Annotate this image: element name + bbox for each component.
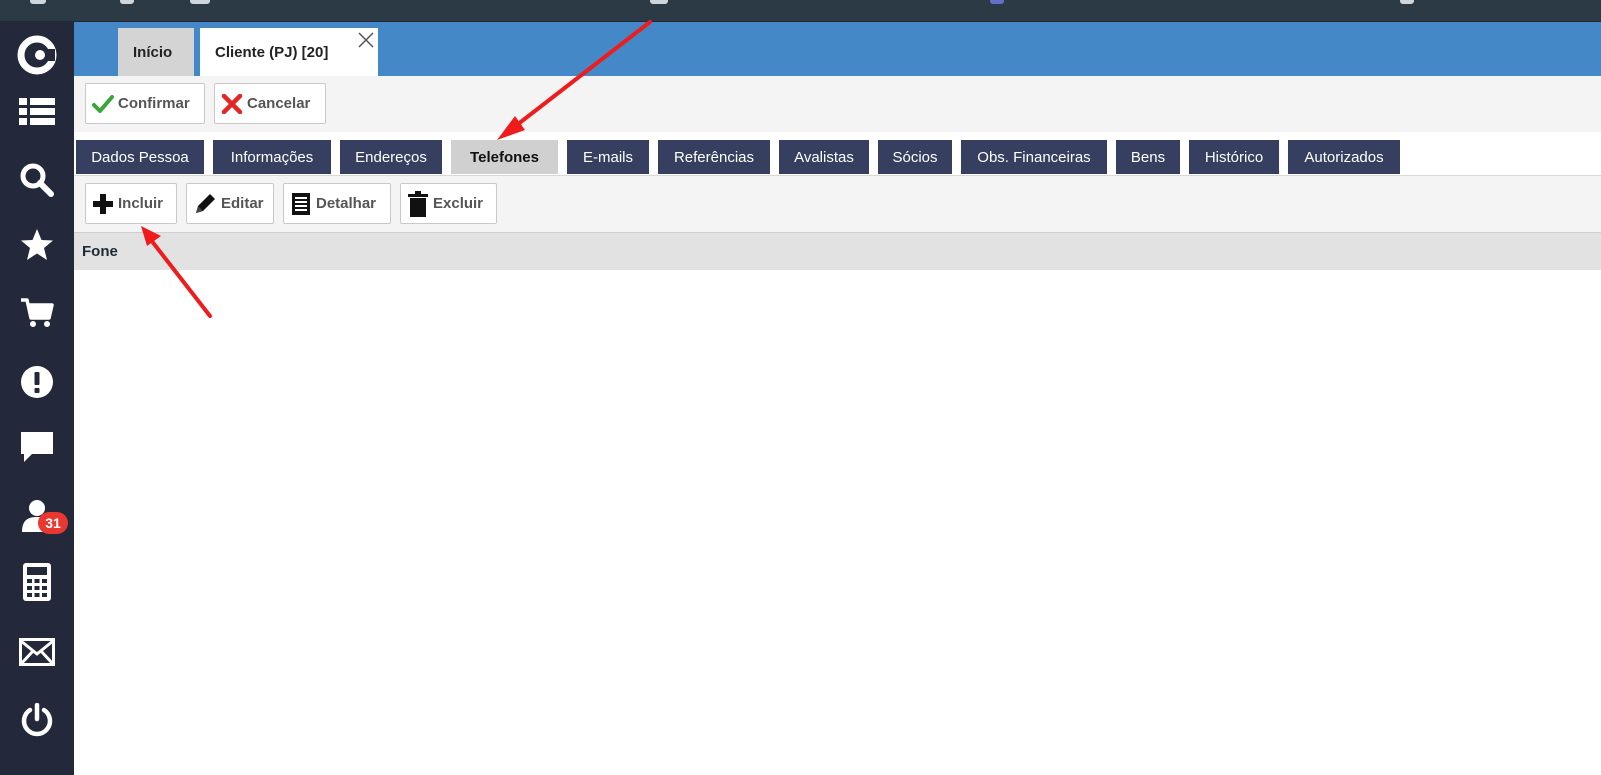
sidebar-item-alerts[interactable] [0, 349, 74, 415]
taskbar-fragment [1400, 0, 1414, 4]
sidebar-item-cart[interactable] [0, 280, 74, 346]
sidebar-item-favorites[interactable] [0, 212, 74, 278]
taskbar-fragment [990, 0, 1004, 4]
grid-action-toolbar: Incluir Editar Detalhar Excluir [74, 176, 1601, 232]
tab-socios[interactable]: Sócios [878, 140, 952, 174]
search-icon [20, 163, 54, 197]
form-action-toolbar: Confirmar Cancelar [74, 76, 1601, 132]
section-tab-bar: Dados Pessoa Informações Endereços Telef… [74, 132, 1601, 176]
delete-label: Excluir [433, 195, 484, 212]
tab-label: E-mails [582, 148, 633, 166]
taskbar-fragment [120, 0, 134, 4]
list-icon [19, 98, 55, 125]
tab-label: Autorizados [1304, 148, 1384, 166]
tab-obs-financeiras[interactable]: Obs. Financeiras [961, 140, 1107, 174]
calculator-icon [23, 563, 51, 601]
sidebar-item-list[interactable] [0, 79, 74, 145]
add-button[interactable]: Incluir [85, 183, 177, 224]
sidebar-item-logout[interactable] [0, 687, 74, 753]
tab-label: Obs. Financeiras [977, 148, 1091, 166]
tab-label: Bens [1130, 148, 1166, 166]
alert-icon [21, 366, 53, 398]
cancel-label: Cancelar [247, 95, 311, 112]
chat-icon [21, 432, 53, 462]
cart-icon [21, 298, 54, 327]
check-icon [92, 94, 114, 113]
taskbar-fragment [30, 0, 46, 4]
window-tab-bar: Início Cliente (PJ) [20] [74, 22, 1601, 76]
edit-button[interactable]: Editar [186, 183, 274, 224]
tab-label: Telefones [470, 148, 539, 166]
tab-label: Endereços [355, 148, 427, 166]
sidebar-item-chat[interactable] [0, 414, 74, 480]
edit-label: Editar [221, 195, 264, 212]
add-label: Incluir [118, 195, 164, 212]
sidebar-item-search[interactable] [0, 147, 74, 213]
pencil-icon [196, 193, 215, 213]
confirm-label: Confirmar [118, 95, 190, 112]
tab-autorizados[interactable]: Autorizados [1288, 140, 1400, 174]
tab-label: Informações [230, 148, 314, 166]
delete-button[interactable]: Excluir [400, 183, 497, 224]
notification-badge: 31 [38, 512, 68, 534]
tab-e-mails[interactable]: E-mails [567, 140, 649, 174]
tab-dados-pessoa[interactable]: Dados Pessoa [76, 140, 204, 174]
close-icon[interactable] [356, 30, 376, 50]
tab-label: Histórico [1204, 148, 1264, 166]
tab-referencias[interactable]: Referências [658, 140, 770, 174]
tab-label: Referências [673, 148, 755, 166]
tab-telefones[interactable]: Telefones [451, 140, 558, 174]
tab-avalistas[interactable]: Avalistas [779, 140, 869, 174]
taskbar-fragment [650, 0, 668, 4]
sidebar: 31 [0, 22, 74, 775]
system-taskbar-strip [0, 0, 1601, 22]
power-icon [21, 703, 53, 737]
confirm-button[interactable]: Confirmar [85, 83, 205, 124]
tab-inicio[interactable]: Início [118, 28, 194, 76]
star-icon [21, 229, 53, 260]
tab-label: Cliente (PJ) [20] [215, 43, 329, 61]
detail-button[interactable]: Detalhar [283, 183, 391, 224]
trash-icon [408, 190, 428, 217]
mail-icon [19, 638, 55, 666]
tab-label: Avalistas [794, 148, 854, 166]
column-header-fone[interactable]: Fone [82, 243, 118, 260]
grid-header: Fone [74, 232, 1601, 270]
tab-label: Sócios [892, 148, 938, 166]
detail-label: Detalhar [316, 195, 377, 212]
tab-label: Dados Pessoa [91, 148, 189, 166]
document-icon [292, 192, 310, 215]
tab-informacoes[interactable]: Informações [213, 140, 331, 174]
sidebar-item-calculator[interactable] [0, 549, 74, 615]
cancel-button[interactable]: Cancelar [214, 83, 326, 124]
taskbar-fragment [190, 0, 210, 4]
cross-icon [221, 93, 243, 114]
tab-enderecos[interactable]: Endereços [340, 140, 442, 174]
tab-bens[interactable]: Bens [1116, 140, 1180, 174]
tab-historico[interactable]: Histórico [1189, 140, 1279, 174]
tab-cliente-pj[interactable]: Cliente (PJ) [20] [200, 28, 378, 76]
plus-icon [93, 193, 113, 214]
logo-icon [17, 35, 57, 75]
sidebar-item-mail[interactable] [0, 619, 74, 685]
tab-label: Início [133, 43, 173, 61]
